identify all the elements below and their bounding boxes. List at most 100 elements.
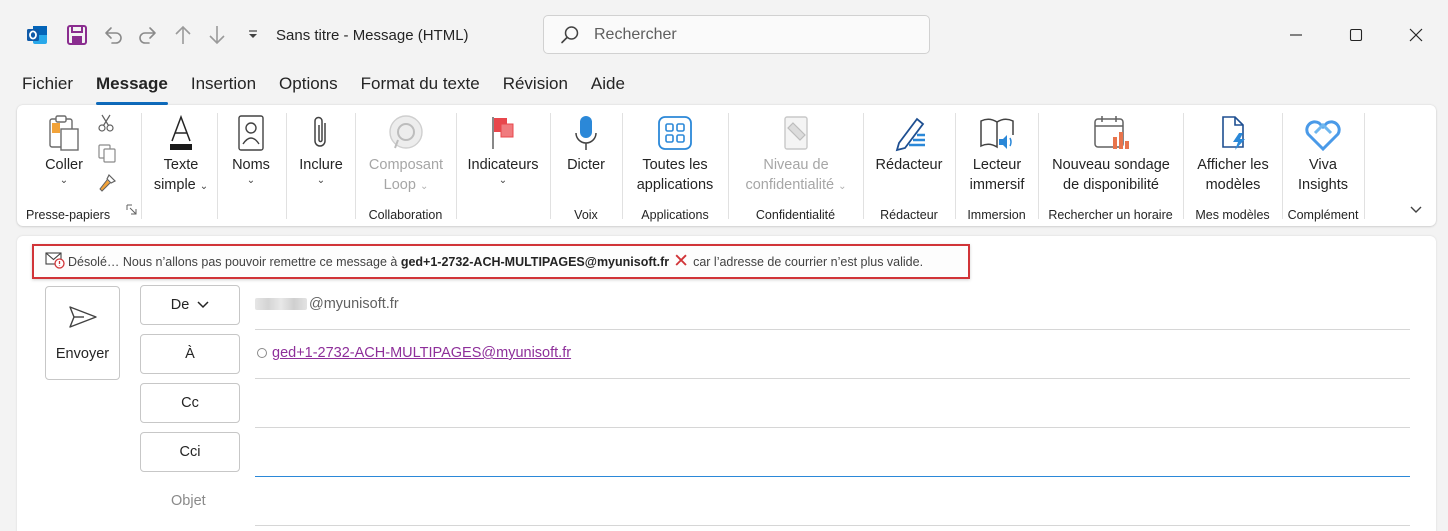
view-templates-label-2: modèles (1205, 177, 1261, 193)
sensitivity-label-2: confidentialité (745, 177, 835, 193)
immersive-reader-icon (961, 111, 1033, 155)
tab-options[interactable]: Options (279, 74, 338, 100)
send-label: Envoyer (55, 346, 110, 362)
paste-button[interactable]: Coller ⌄ (37, 111, 91, 186)
dictate-button[interactable]: Dicter (558, 111, 614, 175)
viva-insights-label-1: Viva (1309, 157, 1337, 173)
names-button[interactable]: Noms ⌄ (223, 111, 279, 186)
arrow-down-icon[interactable] (204, 22, 230, 48)
view-templates-button[interactable]: Afficher les modèles (1189, 111, 1277, 195)
tab-format-du-texte[interactable]: Format du texte (361, 74, 480, 100)
all-apps-label-1: Toutes les (642, 157, 708, 173)
chevron-down-icon: ⌄ (419, 181, 429, 192)
viva-insights-label-2: Insights (1298, 177, 1348, 193)
tab-revision[interactable]: Révision (503, 74, 568, 100)
group-label-sensitivity: Confidentialité (755, 208, 836, 222)
outlook-logo-icon (24, 22, 50, 48)
paste-label: Coller (45, 157, 83, 173)
basic-text-label-1: Texte (163, 157, 199, 173)
flag-icon (463, 111, 543, 155)
maximize-button[interactable] (1341, 22, 1371, 48)
loop-component-button[interactable]: Composant Loop ⌄ (359, 111, 453, 197)
subject-field-line[interactable] (255, 525, 1410, 526)
from-button[interactable]: De (140, 285, 240, 325)
font-color-icon (145, 111, 217, 155)
group-label-add-in: Complément (1287, 208, 1359, 222)
ribbon-expand-icon[interactable] (1409, 202, 1423, 220)
format-painter-icon[interactable] (97, 173, 117, 198)
editor-label: Rédacteur (875, 157, 943, 173)
cc-field-line[interactable] (255, 427, 1410, 428)
scheduling-poll-button[interactable]: Nouveau sondage de disponibilité (1046, 111, 1176, 195)
attach-icon (293, 111, 349, 155)
to-field-line[interactable] (255, 378, 1410, 379)
group-immersion: Lecteur immersif Immersion (955, 105, 1038, 226)
cc-button[interactable]: Cc (140, 383, 240, 423)
title-bar: Sans titre - Message (HTML) Rechercher (0, 0, 1448, 68)
loop-icon (359, 111, 453, 155)
flags-button[interactable]: Indicateurs ⌄ (463, 111, 543, 186)
bcc-field-line[interactable] (255, 476, 1410, 477)
group-divider (1364, 113, 1365, 219)
subject-label: Objet (171, 493, 206, 509)
bcc-button[interactable]: Cci (140, 432, 240, 472)
all-apps-button[interactable]: Toutes les applications (628, 111, 722, 195)
undo-icon[interactable] (100, 22, 126, 48)
address-book-icon (223, 111, 279, 155)
group-divider (286, 113, 287, 219)
search-placeholder: Rechercher (594, 25, 677, 43)
send-button[interactable]: Envoyer (45, 286, 120, 380)
cc-label: Cc (181, 395, 199, 411)
from-divider (255, 329, 1410, 330)
redacted-username (255, 298, 307, 310)
to-recipient[interactable]: ged+1-2732-ACH-MULTIPAGES@myunisoft.fr (257, 345, 571, 361)
close-button[interactable] (1401, 22, 1431, 48)
scheduling-poll-label-1: Nouveau sondage (1052, 157, 1170, 173)
tab-message[interactable]: Message (96, 74, 168, 105)
cut-icon[interactable] (97, 113, 115, 138)
arrow-up-icon[interactable] (170, 22, 196, 48)
from-address: @myunisoft.fr (255, 296, 399, 312)
editor-button[interactable]: Rédacteur (871, 111, 947, 175)
infobar-address: ged+1-2732-ACH-MULTIPAGES@myunisoft.fr (400, 254, 670, 269)
to-address[interactable]: ged+1-2732-ACH-MULTIPAGES@myunisoft.fr (272, 345, 571, 361)
sensitivity-tag-icon (736, 111, 856, 155)
include-button[interactable]: Inclure ⌄ (293, 111, 349, 186)
basic-text-button[interactable]: Texte simple ⌄ (145, 111, 217, 197)
infobar-prefix: Désolé… Nous n’allons pas pouvoir remett… (68, 254, 398, 269)
chevron-down-icon: ⌄ (199, 181, 209, 192)
viva-insights-button[interactable]: Viva Insights (1288, 111, 1358, 195)
from-label: De (170, 297, 190, 313)
to-button[interactable]: À (140, 334, 240, 374)
immersive-reader-button[interactable]: Lecteur immersif (961, 111, 1033, 195)
group-applications: Toutes les applications Applications (622, 105, 728, 226)
search-box[interactable]: Rechercher (543, 15, 930, 54)
from-domain: @myunisoft.fr (309, 296, 399, 312)
immersive-reader-label-2: immersif (969, 177, 1025, 193)
tab-aide[interactable]: Aide (591, 74, 625, 100)
group-divider (456, 113, 457, 219)
dictate-label: Dicter (567, 157, 605, 173)
copy-icon[interactable] (97, 143, 117, 168)
sensitivity-label-1: Niveau de (763, 157, 829, 173)
chevron-down-icon: ⌄ (246, 175, 256, 186)
viva-insights-icon (1288, 111, 1358, 155)
tab-fichier[interactable]: Fichier (22, 74, 73, 100)
redo-icon[interactable] (135, 22, 161, 48)
save-icon[interactable] (64, 22, 90, 48)
tab-insertion[interactable]: Insertion (191, 74, 256, 100)
group-sensitivity: Niveau de confidentialité ⌄ Confidential… (728, 105, 863, 226)
dialog-launcher-icon[interactable] (126, 202, 137, 220)
group-label-applications: Applications (641, 208, 709, 222)
minimize-button[interactable] (1281, 22, 1311, 48)
names-label: Noms (232, 157, 270, 173)
group-label-editor: Rédacteur (880, 208, 938, 222)
to-label: À (185, 346, 195, 362)
immersive-reader-label-1: Lecteur (972, 157, 1022, 173)
sensitivity-button[interactable]: Niveau de confidentialité ⌄ (736, 111, 856, 197)
customize-toolbar-icon[interactable] (240, 22, 266, 48)
chevron-down-icon (197, 301, 209, 309)
group-find-time: Nouveau sondage de disponibilité Recherc… (1038, 105, 1183, 226)
loop-label-2: Loop (383, 177, 416, 193)
group-label-find-time: Rechercher un horaire (1048, 208, 1173, 222)
